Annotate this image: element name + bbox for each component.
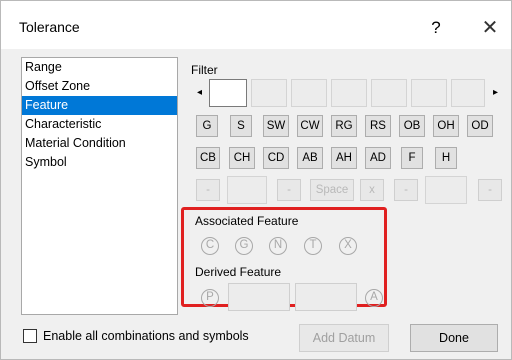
- help-button[interactable]: ?: [421, 13, 451, 43]
- code-button-ch[interactable]: CH: [229, 147, 255, 169]
- code-button-ob[interactable]: OB: [399, 115, 425, 137]
- add-datum-button[interactable]: Add Datum: [299, 324, 389, 352]
- filter-cell[interactable]: [331, 79, 367, 107]
- space-button[interactable]: Space: [310, 179, 354, 201]
- code-button-f[interactable]: F: [401, 147, 423, 169]
- code-button-s[interactable]: S: [230, 115, 252, 137]
- filter-label: Filter: [191, 63, 218, 77]
- tolerance-dialog: Tolerance ? ✕ Range Offset Zone Feature …: [0, 0, 512, 360]
- circle-c-symbol[interactable]: C: [201, 237, 219, 255]
- minus-button[interactable]: -: [394, 179, 418, 201]
- code-button-ah[interactable]: AH: [331, 147, 357, 169]
- filter-scroll-right-icon[interactable]: ▸: [493, 87, 498, 98]
- enable-all-checkbox[interactable]: [23, 329, 37, 343]
- category-item-offset-zone[interactable]: Offset Zone: [22, 77, 177, 96]
- symbol-cell[interactable]: [227, 176, 267, 204]
- filter-cell[interactable]: [411, 79, 447, 107]
- code-button-cw[interactable]: CW: [297, 115, 323, 137]
- code-button-ad[interactable]: AD: [365, 147, 391, 169]
- circle-t-symbol[interactable]: T: [304, 237, 322, 255]
- x-button[interactable]: x: [360, 179, 384, 201]
- category-item-feature[interactable]: Feature: [22, 96, 177, 115]
- category-item-material-condition[interactable]: Material Condition: [22, 134, 177, 153]
- code-button-cb[interactable]: CB: [196, 147, 220, 169]
- code-button-ab[interactable]: AB: [297, 147, 323, 169]
- filter-cell[interactable]: [371, 79, 407, 107]
- derived-field[interactable]: [295, 283, 357, 311]
- circle-n-symbol[interactable]: N: [269, 237, 287, 255]
- category-item-symbol[interactable]: Symbol: [22, 153, 177, 172]
- dialog-title: Tolerance: [19, 19, 80, 35]
- done-button[interactable]: Done: [410, 324, 498, 352]
- close-button[interactable]: ✕: [475, 13, 505, 43]
- symbol-cell[interactable]: [425, 176, 467, 204]
- minus-button[interactable]: -: [277, 179, 301, 201]
- filter-scroll-left-icon[interactable]: ◂: [197, 87, 202, 98]
- filter-cell[interactable]: [291, 79, 327, 107]
- minus-button[interactable]: -: [478, 179, 502, 201]
- code-button-rg[interactable]: RG: [331, 115, 357, 137]
- title-bar: Tolerance ? ✕: [1, 1, 511, 49]
- circle-g-symbol[interactable]: G: [235, 237, 253, 255]
- category-list[interactable]: Range Offset Zone Feature Characteristic…: [21, 57, 178, 315]
- associated-feature-label: Associated Feature: [195, 214, 299, 228]
- circle-x-symbol[interactable]: X: [339, 237, 357, 255]
- category-item-range[interactable]: Range: [22, 58, 177, 77]
- filter-cell[interactable]: [451, 79, 485, 107]
- derived-feature-label: Derived Feature: [195, 265, 282, 279]
- code-button-cd[interactable]: CD: [263, 147, 289, 169]
- minus-button[interactable]: -: [196, 179, 220, 201]
- category-item-characteristic[interactable]: Characteristic: [22, 115, 177, 134]
- code-button-h[interactable]: H: [435, 147, 457, 169]
- code-button-od[interactable]: OD: [467, 115, 493, 137]
- filter-cell-selected[interactable]: [209, 79, 247, 107]
- circle-p-symbol[interactable]: P: [201, 289, 219, 307]
- code-button-rs[interactable]: RS: [365, 115, 391, 137]
- circle-a-symbol[interactable]: A: [365, 289, 383, 307]
- filter-cell[interactable]: [251, 79, 287, 107]
- code-button-g[interactable]: G: [196, 115, 218, 137]
- code-button-sw[interactable]: SW: [263, 115, 289, 137]
- code-button-oh[interactable]: OH: [433, 115, 459, 137]
- derived-field[interactable]: [228, 283, 290, 311]
- enable-all-label: Enable all combinations and symbols: [43, 329, 249, 343]
